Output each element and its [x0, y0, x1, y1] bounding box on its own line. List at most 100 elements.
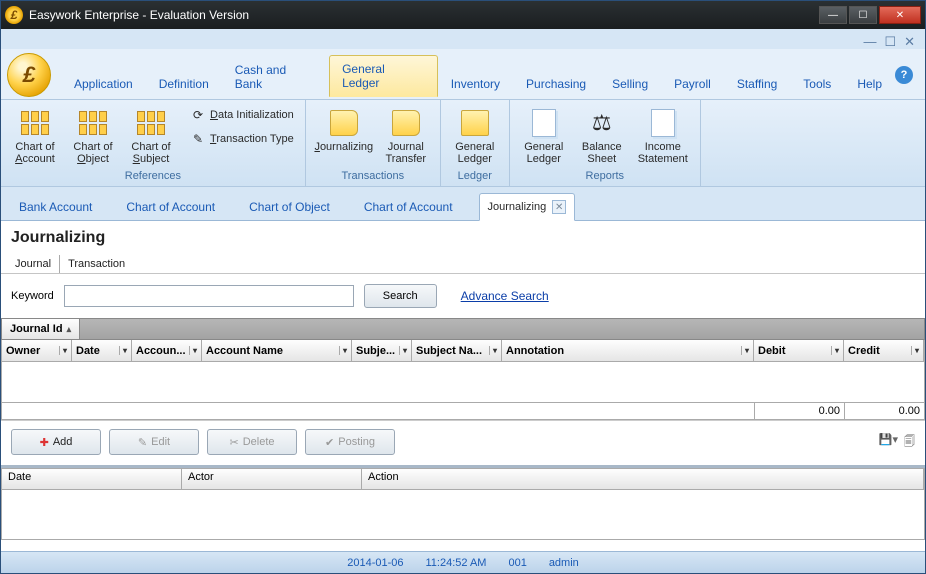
dropdown-icon[interactable]: ▾: [339, 346, 347, 355]
income-statement-button[interactable]: Income Statement: [632, 104, 694, 168]
menu-application[interactable]: Application: [61, 70, 146, 97]
statusbar: 2014-01-06 11:24:52 AM 001 admin: [1, 551, 925, 573]
keyword-label: Keyword: [11, 290, 54, 302]
report-icon: [647, 107, 679, 139]
dropdown-icon[interactable]: ▾: [911, 346, 919, 355]
plus-icon: ✚: [40, 436, 49, 449]
open-book-icon: [459, 107, 491, 139]
window-controls: — ☐ ✕: [819, 6, 921, 24]
menu-selling[interactable]: Selling: [599, 70, 661, 97]
help-icon[interactable]: ?: [895, 66, 913, 84]
journalizing-button[interactable]: Journalizing: [312, 104, 376, 156]
general-ledger-button[interactable]: General Ledger: [447, 104, 503, 168]
col-account-code[interactable]: Accoun...▾: [132, 340, 202, 361]
ribbon-group-ledger: General Ledger Ledger: [441, 100, 510, 186]
subtab-journal[interactable]: Journal: [7, 255, 60, 273]
col-owner[interactable]: Owner▾: [2, 340, 72, 361]
dropdown-icon[interactable]: ▾: [399, 346, 407, 355]
report-icon: [528, 107, 560, 139]
titlebar: £ Easywork Enterprise - Evaluation Versi…: [1, 1, 925, 29]
keyword-input[interactable]: [64, 285, 354, 307]
scale-icon: ⚖: [586, 107, 618, 139]
tab-bank-account[interactable]: Bank Account: [11, 194, 100, 220]
advance-search-link[interactable]: Advance Search: [461, 289, 549, 303]
add-button[interactable]: ✚Add: [11, 429, 101, 455]
menu-help[interactable]: Help: [844, 70, 895, 97]
col-subject-code[interactable]: Subje...▾: [352, 340, 412, 361]
col-annotation[interactable]: Annotation▾: [502, 340, 754, 361]
status-date: 2014-01-06: [343, 557, 407, 569]
grid-group-bar: Journal Id ▴: [1, 318, 925, 340]
ribbon-group-reports: General Ledger ⚖ Balance Sheet Income St…: [510, 100, 701, 186]
col-account-name[interactable]: Account Name▾: [202, 340, 352, 361]
page-body: Journalizing Journal Transaction Keyword…: [1, 221, 925, 551]
mdi-minimize-icon[interactable]: —: [863, 35, 876, 48]
brand-logo-icon[interactable]: £: [7, 53, 51, 97]
action-row: ✚Add ✎Edit ✂Delete ✔Posting 💾▾ 🗐: [1, 420, 925, 463]
chart-of-subject-button[interactable]: Chart of Subject: [123, 104, 179, 168]
chart-of-account-button[interactable]: Chart of Account: [7, 104, 63, 168]
log-col-action[interactable]: Action: [362, 469, 924, 489]
transaction-type-button[interactable]: ✎ Transaction Type: [185, 128, 299, 150]
chart-of-object-button[interactable]: Chart of Object: [65, 104, 121, 168]
totals-row: 0.00 0.00: [1, 402, 925, 420]
group-by-journal-id[interactable]: Journal Id ▴: [2, 319, 80, 339]
edit-icon: ✎: [190, 131, 206, 147]
menu-tools[interactable]: Tools: [790, 70, 844, 97]
log-col-actor[interactable]: Actor: [182, 469, 362, 489]
copy-icon[interactable]: 🗐: [904, 433, 915, 452]
search-row: Keyword Search Advance Search: [1, 274, 925, 318]
balance-sheet-button[interactable]: ⚖ Balance Sheet: [574, 104, 630, 168]
log-col-date[interactable]: Date: [2, 469, 182, 489]
data-initialization-button[interactable]: ⟳ Data Initialization: [185, 104, 299, 126]
report-general-ledger-button[interactable]: General Ledger: [516, 104, 572, 168]
log-head: Date Actor Action: [1, 468, 925, 490]
edit-icon: ✎: [138, 436, 147, 449]
dropdown-icon[interactable]: ▾: [741, 346, 749, 355]
dropdown-icon[interactable]: ▾: [119, 346, 127, 355]
menu-staffing[interactable]: Staffing: [724, 70, 790, 97]
dropdown-icon[interactable]: ▾: [489, 346, 497, 355]
col-debit[interactable]: Debit▾: [754, 340, 844, 361]
tab-chart-of-object[interactable]: Chart of Object: [241, 194, 338, 220]
mdi-close-icon[interactable]: ✕: [904, 35, 915, 48]
delete-button: ✂Delete: [207, 429, 297, 455]
refresh-icon: ⟳: [190, 107, 206, 123]
hierarchy-icon: [19, 107, 51, 139]
dropdown-icon[interactable]: ▾: [189, 346, 197, 355]
col-date[interactable]: Date▾: [72, 340, 132, 361]
menu-general-ledger[interactable]: General Ledger: [329, 55, 438, 97]
menubar: Application Definition Cash and Bank Gen…: [61, 53, 895, 97]
check-icon: ✔: [325, 436, 334, 449]
subtab-transaction[interactable]: Transaction: [60, 255, 133, 273]
tab-chart-of-account[interactable]: Chart of Account: [118, 194, 223, 220]
menu-payroll[interactable]: Payroll: [661, 70, 724, 97]
posting-button: ✔Posting: [305, 429, 395, 455]
minimize-button[interactable]: —: [819, 6, 847, 24]
log-body: [1, 490, 925, 540]
grid-body: [1, 362, 925, 402]
total-debit: 0.00: [754, 403, 844, 419]
search-button[interactable]: Search: [364, 284, 437, 308]
maximize-button[interactable]: ☐: [849, 6, 877, 24]
close-button[interactable]: ✕: [879, 6, 921, 24]
menu-definition[interactable]: Definition: [146, 70, 222, 97]
ribbon-title-reports: Reports: [516, 168, 694, 184]
col-credit[interactable]: Credit▾: [844, 340, 924, 361]
tab-close-icon[interactable]: ✕: [552, 200, 566, 214]
journal-transfer-button[interactable]: Journal Transfer: [378, 104, 434, 168]
hierarchy-icon: [135, 107, 167, 139]
tab-journalizing[interactable]: Journalizing ✕: [479, 193, 576, 221]
menu-cash-and-bank[interactable]: Cash and Bank: [222, 56, 329, 97]
dropdown-icon[interactable]: ▾: [831, 346, 839, 355]
menu-inventory[interactable]: Inventory: [438, 70, 513, 97]
dropdown-icon[interactable]: ▾: [59, 346, 67, 355]
book-icon: [328, 107, 360, 139]
mdi-controls: — ☐ ✕: [1, 29, 925, 49]
grid-columns: Owner▾ Date▾ Accoun...▾ Account Name▾ Su…: [1, 340, 925, 362]
menu-purchasing[interactable]: Purchasing: [513, 70, 599, 97]
col-subject-name[interactable]: Subject Na...▾: [412, 340, 502, 361]
mdi-restore-icon[interactable]: ☐: [884, 35, 896, 48]
save-icon[interactable]: 💾▾: [879, 433, 898, 452]
tab-chart-of-account-2[interactable]: Chart of Account: [356, 194, 461, 220]
